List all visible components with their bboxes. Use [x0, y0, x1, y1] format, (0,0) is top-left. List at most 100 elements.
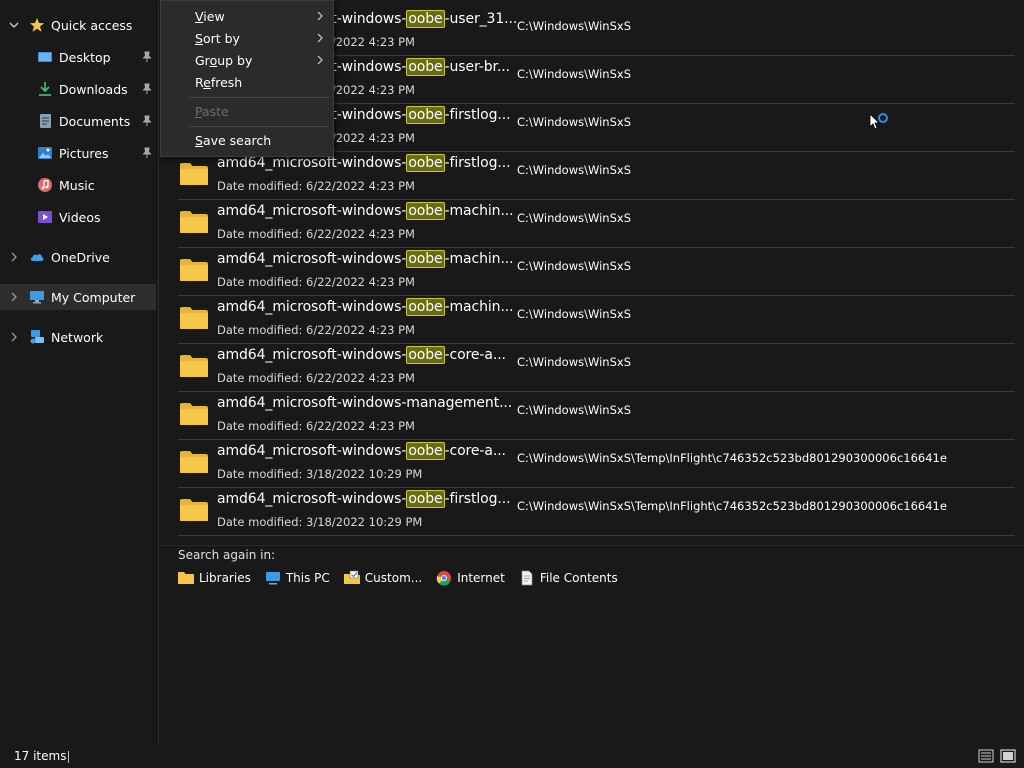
menu-item-sort-by[interactable]: Sort by	[161, 27, 333, 49]
search-highlight: oobe	[406, 346, 445, 364]
search-again-label: Search again in:	[178, 548, 276, 562]
result-name: amd64_microsoft-windows-oobe -machin...	[217, 298, 514, 316]
details-view-icon[interactable]	[978, 748, 994, 764]
result-name: amd64_microsoft-windows-management...	[217, 395, 513, 411]
sidebar-item-pictures[interactable]: Pictures	[0, 140, 156, 166]
search-highlight: oobe	[406, 58, 445, 76]
search-again-item-label: Internet	[457, 571, 505, 585]
divider	[68, 751, 69, 763]
result-row[interactable]: amd64_microsoft-windows-oobe -core-a... Da…	[178, 343, 1015, 392]
sidebar-item-network[interactable]: Network	[0, 324, 156, 350]
videos-icon	[37, 209, 53, 225]
search-highlight: oobe	[406, 250, 445, 268]
search-again-item-label: Libraries	[199, 571, 251, 585]
result-name: amd64_microsoft-windows-oobe -core-a...	[217, 346, 506, 364]
sidebar-item-label: Videos	[59, 209, 101, 225]
menu-item-save-search[interactable]: Save search	[161, 129, 333, 151]
result-row[interactable]: amd64_microsoft-windows-oobe -machin... Da…	[178, 295, 1015, 344]
sidebar-item-label: Documents	[59, 113, 131, 129]
menu-item-refresh[interactable]: Refresh	[161, 71, 333, 93]
menu-separator	[189, 126, 329, 127]
chevron-right-icon[interactable]	[8, 291, 20, 303]
result-date: Date modified: 3/18/2022 10:29 PM	[217, 515, 423, 529]
search-again-file-contents[interactable]: File Contents	[519, 570, 618, 586]
sidebar-item-desktop[interactable]: Desktop	[0, 44, 156, 70]
menu-item-view[interactable]: View	[161, 5, 333, 27]
sidebar-item-label: Downloads	[59, 81, 128, 97]
chevron-right-icon[interactable]	[8, 251, 20, 263]
sidebar-item-documents[interactable]: Documents	[0, 108, 156, 134]
sidebar-item-downloads[interactable]: Downloads	[0, 76, 156, 102]
folder-icon	[178, 570, 194, 586]
result-row[interactable]: amd64_microsoft-windows-oobe-firstlog...…	[178, 151, 1015, 200]
search-again-internet[interactable]: Internet	[436, 570, 505, 586]
search-again-item-label: Custom...	[364, 571, 423, 585]
status-bar: 17 items	[0, 744, 1024, 768]
menu-item-label: Refresh	[195, 74, 243, 90]
sidebar-item-label: Music	[59, 177, 95, 193]
folder-icon	[180, 211, 208, 233]
pin-icon[interactable]	[141, 83, 153, 95]
pin-icon[interactable]	[141, 147, 153, 159]
menu-separator	[189, 97, 329, 98]
search-highlight: oobe	[406, 298, 445, 316]
submenu-arrow-icon	[317, 11, 323, 21]
search-highlight: oobe	[406, 442, 445, 460]
search-highlight: oobe	[406, 154, 445, 172]
result-date: Date modified: 6/22/2022 4:23 PM	[217, 227, 415, 241]
divider	[160, 545, 1024, 546]
chrome-icon	[436, 570, 452, 586]
star-icon	[29, 17, 45, 33]
result-row[interactable]: amd64_microsoft-windows-oobe-firstlog...…	[178, 487, 1015, 536]
pin-icon[interactable]	[141, 51, 153, 63]
result-date: Date modified: 6/22/2022 4:23 PM	[217, 275, 415, 289]
sidebar-item-label: Network	[51, 329, 104, 345]
cloud-icon	[29, 249, 45, 265]
menu-item-paste: Paste	[161, 100, 333, 122]
result-name: amd64_microsoft-windows-oobe -machin...	[217, 202, 514, 220]
result-path: C:\Windows\WinSxS	[517, 403, 631, 417]
search-again-this-pc[interactable]: This PC	[265, 570, 330, 586]
sidebar-item-label: Pictures	[59, 145, 109, 161]
folder-icon	[180, 451, 208, 473]
result-name: amd64_microsoft-windows-oobe -core-a...	[217, 442, 506, 460]
sidebar-item-label: My Computer	[51, 289, 136, 305]
search-again-bar: Libraries This PC Custom... Internet Fil…	[178, 568, 618, 588]
pin-icon[interactable]	[141, 115, 153, 127]
sidebar-item-music[interactable]: Music	[0, 172, 156, 198]
tiles-view-icon[interactable]	[1000, 748, 1016, 764]
result-date: Date modified: 6/22/2022 4:23 PM	[217, 371, 415, 385]
search-highlight: oobe	[406, 202, 445, 220]
sidebar-item-onedrive[interactable]: OneDrive	[0, 244, 156, 270]
sidebar-item-quick-access[interactable]: Quick access	[0, 12, 156, 38]
result-row[interactable]: amd64_microsoft-windows-oobe -machin... Da…	[178, 199, 1015, 248]
result-date: Date modified: 6/22/2022 4:23 PM	[217, 323, 415, 337]
result-path: C:\Windows\WinSxS	[517, 259, 631, 273]
menu-item-group-by[interactable]: Group by	[161, 49, 333, 71]
folder-icon	[180, 499, 208, 521]
folder-icon	[180, 403, 208, 425]
desktop-icon	[37, 49, 53, 65]
computer-icon	[265, 570, 281, 586]
result-row[interactable]: amd64_microsoft-windows-oobe -core-a... Da…	[178, 439, 1015, 488]
sidebar-item-videos[interactable]: Videos	[0, 204, 156, 230]
submenu-arrow-icon	[317, 55, 323, 65]
search-again-custom[interactable]: Custom...	[343, 570, 423, 586]
result-path: C:\Windows\WinSxS	[517, 19, 631, 33]
folder-icon	[180, 355, 208, 377]
sidebar-item-my-computer[interactable]: My Computer	[0, 284, 156, 310]
document-icon	[519, 570, 535, 586]
navigation-pane: Quick access Desktop Downloads Documents…	[0, 0, 159, 744]
pictures-icon	[37, 145, 53, 161]
busy-cursor-icon	[869, 113, 888, 130]
custom-folder-icon	[343, 570, 360, 586]
result-path: C:\Windows\WinSxS	[517, 307, 631, 321]
chevron-right-icon[interactable]	[8, 331, 20, 343]
menu-item-label: View	[195, 8, 225, 24]
chevron-down-icon[interactable]	[8, 19, 20, 31]
sidebar-item-label: Quick access	[51, 17, 133, 33]
result-date: Date modified: 6/22/2022 4:23 PM	[217, 419, 415, 433]
result-row[interactable]: amd64_microsoft-windows-oobe -machin... Da…	[178, 247, 1015, 296]
search-again-libraries[interactable]: Libraries	[178, 570, 251, 586]
result-row[interactable]: amd64_microsoft-windows-management... Dat…	[178, 391, 1015, 440]
